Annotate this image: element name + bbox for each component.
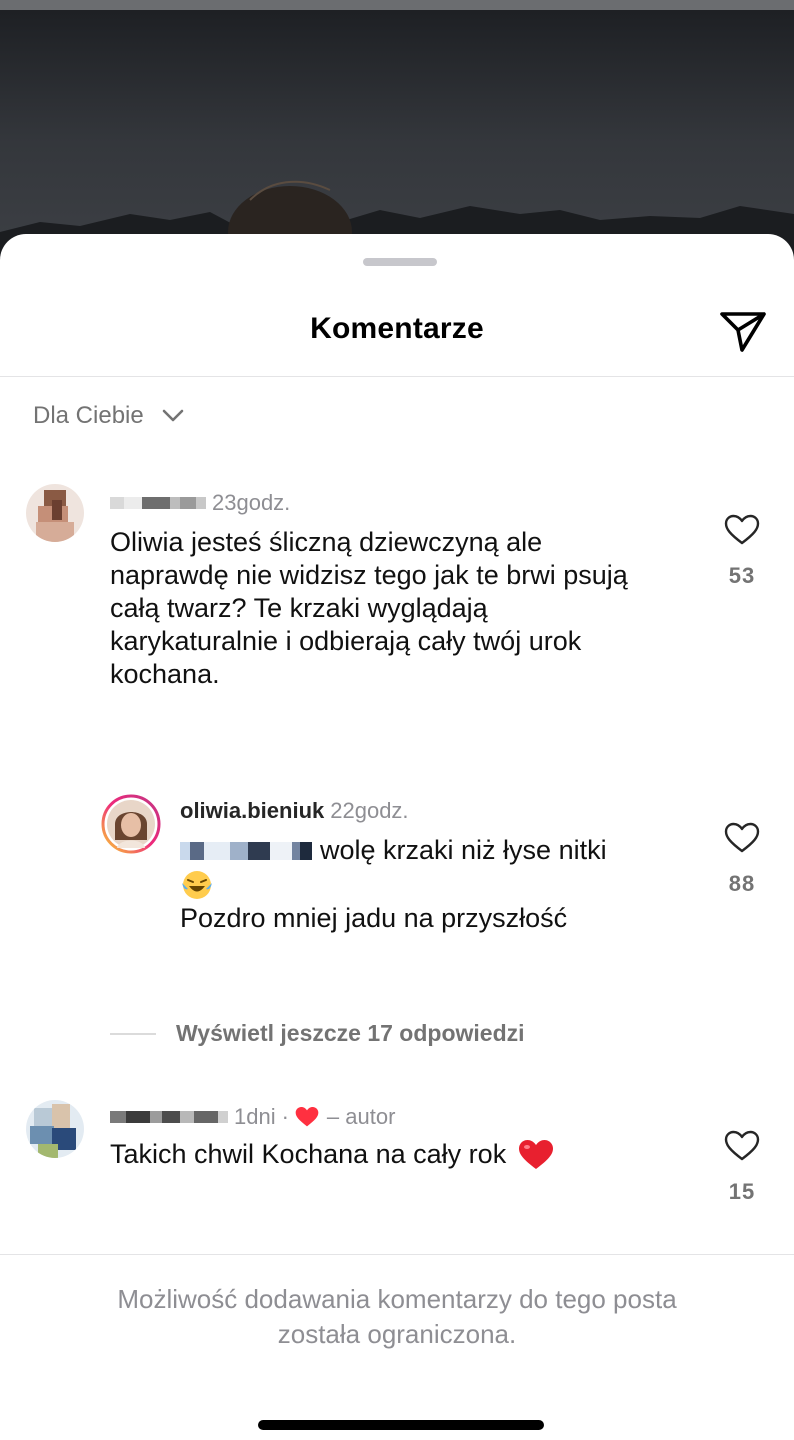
reply-time: 22godz.: [330, 798, 409, 823]
reply-username[interactable]: oliwia.bieniuk: [180, 798, 324, 824]
sort-filter-label: Dla Ciebie: [33, 402, 144, 429]
restricted-notice-line: została ograniczona.: [277, 1319, 517, 1349]
reply-text-main: wolę krzaki niż łyse nitki: [320, 835, 607, 865]
heart-outline-icon[interactable]: [724, 514, 760, 546]
paper-plane-icon[interactable]: [716, 306, 770, 354]
username-blurred[interactable]: [110, 1107, 228, 1127]
like-button[interactable]: 53: [722, 514, 762, 589]
avatar[interactable]: [26, 1100, 84, 1158]
footer-divider: [0, 1254, 794, 1255]
heart-filled-icon: [295, 1107, 319, 1127]
sheet-drag-handle[interactable]: [363, 258, 437, 266]
comment-text-line: kochana.: [110, 659, 220, 689]
comment-text-line: karykaturalnie i odbierają cały twój uro…: [110, 626, 582, 656]
laughing-tears-emoji-icon: [182, 870, 212, 899]
comments-sheet: Komentarze Dla Ciebie 23godz. Oliwia jes…: [0, 234, 794, 1440]
header-divider: [0, 376, 794, 377]
comment-text-line: Oliwia jesteś śliczną dziewczyną ale: [110, 527, 543, 557]
comment-text: Oliwia jesteś śliczną dziewczyną ale nap…: [110, 526, 628, 691]
meta-separator: ·: [281, 1104, 289, 1129]
like-count: 88: [728, 871, 756, 896]
comment-text-line: całą twarz? Te krzaki wyglądają: [110, 593, 488, 623]
comment-meta: 23godz.: [110, 490, 290, 516]
red-heart-emoji-icon: [519, 1139, 554, 1169]
author-liked-label: – autor: [326, 1104, 396, 1129]
avatar-with-story-ring[interactable]: [101, 794, 161, 854]
like-button[interactable]: 15: [722, 1130, 762, 1205]
sort-filter-button[interactable]: Dla Ciebie: [33, 402, 184, 430]
reply-text: wolę krzaki niż łyse nitki Pozdro mniej …: [180, 834, 700, 935]
home-indicator[interactable]: [258, 1420, 544, 1430]
reply-thread-line: [110, 1032, 156, 1035]
avatar[interactable]: [26, 484, 84, 542]
heart-outline-icon[interactable]: [724, 822, 760, 854]
comments-restricted-notice: Możliwość dodawania komentarzy do tego p…: [0, 1282, 794, 1352]
like-count: 53: [728, 563, 756, 588]
reply-text-line: wolę krzaki niż łyse nitki: [180, 834, 700, 867]
like-button[interactable]: 88: [722, 822, 762, 897]
comment-time: 23godz.: [212, 490, 291, 515]
post-background-photo: [0, 0, 794, 260]
comment-text-line: naprawdę nie widzisz tego jak te brwi ps…: [110, 560, 628, 590]
mention-blurred[interactable]: [180, 838, 312, 864]
background-scene: [0, 180, 794, 260]
username-blurred[interactable]: [110, 493, 206, 513]
reply-emoji-line: [180, 867, 700, 902]
heart-outline-icon[interactable]: [724, 1130, 760, 1162]
comment-meta: 1dni · – autor: [110, 1104, 395, 1130]
comment-time: 1dni: [234, 1104, 276, 1129]
like-count: 15: [728, 1179, 756, 1204]
chevron-down-icon: [162, 409, 184, 422]
comment-text-main: Takich chwil Kochana na cały rok: [110, 1139, 507, 1169]
view-more-replies-label: Wyświetl jeszcze 17 odpowiedzi: [176, 1020, 525, 1046]
view-more-replies-button[interactable]: Wyświetl jeszcze 17 odpowiedzi: [110, 1020, 525, 1047]
sheet-title: Komentarze: [310, 312, 484, 345]
reply-meta: oliwia.bieniuk 22godz.: [180, 798, 409, 824]
comment-text: Takich chwil Kochana na cały rok: [110, 1138, 554, 1171]
reply-text-line: Pozdro mniej jadu na przyszłość: [180, 903, 568, 933]
restricted-notice-line: Możliwość dodawania komentarzy do tego p…: [117, 1284, 677, 1314]
